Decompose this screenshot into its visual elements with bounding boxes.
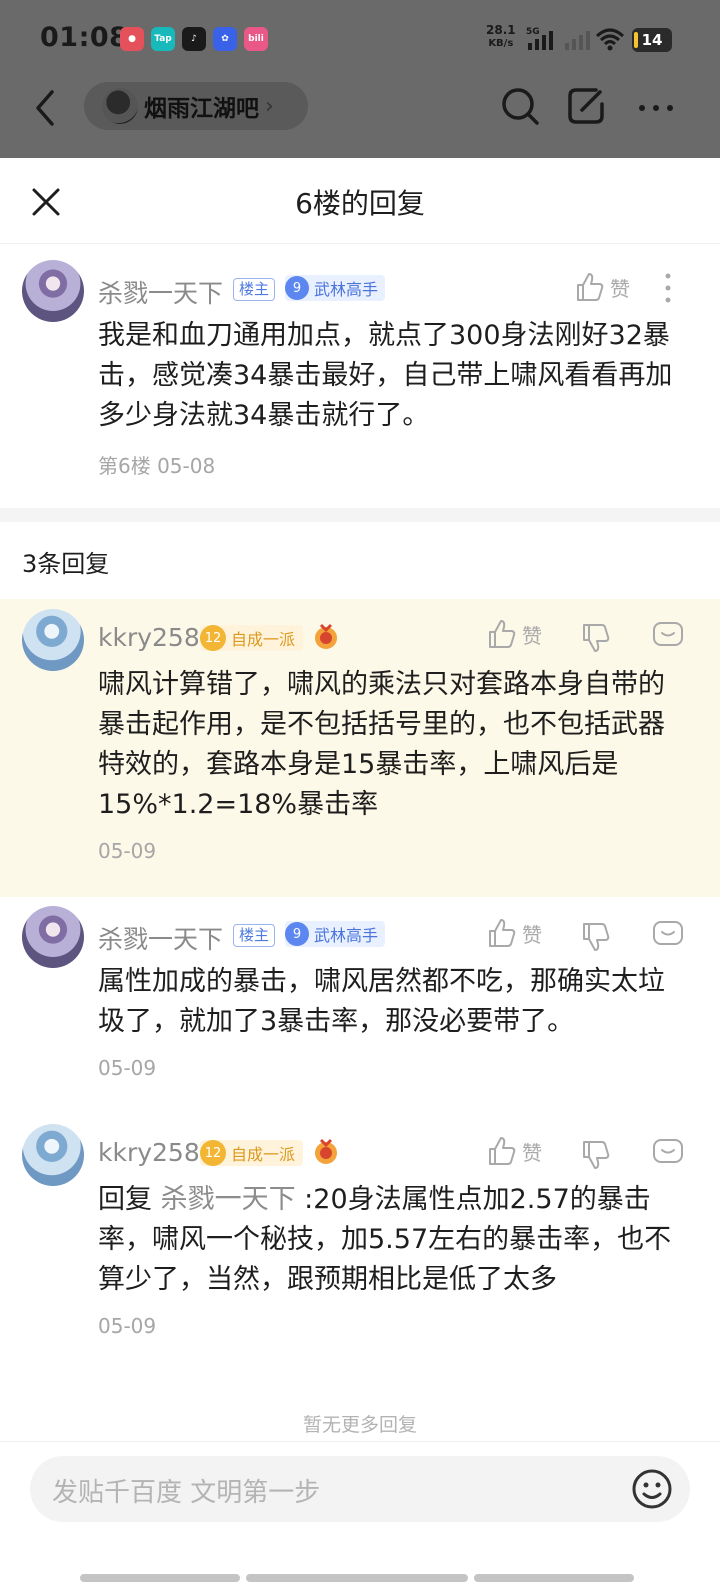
reply-to-username[interactable]: 杀戮一天下 xyxy=(161,1184,296,1215)
svg-text:5G: 5G xyxy=(526,27,540,37)
like-button[interactable]: 赞 xyxy=(488,619,542,649)
dimmed-overlay: 01:08 ● Tap ♪ ✿ bili 28.1 KB/s 5G 14 烟雨江… xyxy=(0,0,720,158)
level-number: 12 xyxy=(200,625,226,651)
level-badge: 9 武林高手 xyxy=(285,275,386,301)
like-button[interactable]: 赞 xyxy=(488,918,542,948)
main-post: 杀戮一天下 楼主 9 武林高手 赞 我是和血刀通用加点，就点了300身法刚好32… xyxy=(0,258,720,508)
medal-icon xyxy=(315,623,337,649)
back-arrow-icon[interactable] xyxy=(28,82,64,130)
avatar[interactable] xyxy=(22,260,84,322)
chevron-right-icon: › xyxy=(265,93,274,119)
level-badge: 9 武林高手 xyxy=(285,921,386,947)
reply-prefix: 回复 xyxy=(98,1184,152,1215)
no-more-replies: 暂无更多回复 xyxy=(302,1414,417,1436)
level-number: 12 xyxy=(200,1140,226,1166)
thumbs-up-icon xyxy=(489,620,516,648)
reply-input-placeholder: 发贴千百度 文明第一步 xyxy=(52,1478,321,1508)
more-vertical-icon[interactable] xyxy=(663,272,673,306)
reply-text: 啸风计算错了，啸风的乘法只对套路本身自带的暴击起作用，是不包括括号里的，也不包括… xyxy=(98,669,665,820)
reply-sheet: 6楼的回复 杀戮一天下 楼主 9 武林高手 赞 我是和血刀通用加点，就点了300… xyxy=(0,158,720,1584)
gesture-bar-segment xyxy=(80,1574,240,1582)
thumbs-down-icon[interactable] xyxy=(582,922,610,952)
reply-item: kkry258 12 自成一派 赞 回复 杀戮一天下 :20身法属性点加2.57… xyxy=(0,1116,720,1356)
taptap-icon: Tap xyxy=(151,27,175,51)
signal-icon xyxy=(563,26,593,56)
reply-text: 属性加成的暴击，啸风居然都不吃，那确实太垃圾了，就加了3暴击率，那没必要带了。 xyxy=(98,966,665,1037)
reply-comment-icon[interactable] xyxy=(652,1138,684,1168)
level-badge: 12 自成一派 xyxy=(200,625,304,651)
like-button[interactable]: 赞 xyxy=(488,1136,542,1166)
thumbs-down-icon[interactable] xyxy=(582,623,610,653)
bilibili-icon: bili xyxy=(244,27,268,51)
more-horizontal-icon[interactable] xyxy=(632,82,680,130)
thumbs-up-icon xyxy=(489,919,516,947)
status-time: 01:08 xyxy=(40,22,129,53)
app-icon-1: ● xyxy=(120,27,144,51)
net-speed: 28.1 KB/s xyxy=(486,23,516,50)
reply-comment-icon[interactable] xyxy=(652,621,684,651)
post-text: 我是和血刀通用加点，就点了300身法刚好32暴击，感觉凑34暴击最好，自己带上啸… xyxy=(98,320,673,431)
username[interactable]: 杀戮一天下 xyxy=(98,274,223,310)
wifi-icon xyxy=(595,26,625,56)
compose-icon[interactable] xyxy=(562,82,610,130)
emoji-icon[interactable] xyxy=(630,1467,674,1511)
reply-input[interactable]: 发贴千百度 文明第一步 xyxy=(30,1456,690,1522)
section-divider xyxy=(0,508,720,522)
reply-date: 05-09 xyxy=(98,1056,157,1080)
reply-date: 05-09 xyxy=(98,1314,157,1338)
post-meta: 第6楼 05-08 xyxy=(98,454,216,478)
status-bar: 01:08 ● Tap ♪ ✿ bili 28.1 KB/s 5G 14 xyxy=(0,0,720,76)
battery-icon: 14 xyxy=(632,28,672,52)
forum-avatar xyxy=(102,88,138,124)
medal-icon xyxy=(315,1138,337,1164)
reply-item: kkry258 12 自成一派 赞 啸风计算错了，啸风的乘法只对套路本身自带的暴… xyxy=(0,599,720,897)
signal-5g-icon: 5G xyxy=(526,26,560,56)
username[interactable]: 杀戮一天下 xyxy=(98,920,223,956)
reply-item: 杀戮一天下 楼主 9 武林高手 赞 属性加成的暴击，啸风居然都不吃，那确实太垃圾… xyxy=(0,898,720,1098)
gesture-bar-segment xyxy=(246,1574,468,1582)
louzhu-badge: 楼主 xyxy=(233,924,276,947)
reply-date: 05-09 xyxy=(98,839,157,863)
reply-comment-icon[interactable] xyxy=(652,920,684,950)
reply-text: 回复 杀戮一天下 :20身法属性点加2.57的暴击率，啸风一个秘技，加5.57左… xyxy=(98,1180,688,1300)
level-title: 自成一派 xyxy=(231,630,296,649)
gesture-bar-segment xyxy=(474,1574,634,1582)
thumbs-up-icon xyxy=(577,273,604,301)
forum-entry-button[interactable]: 烟雨江湖吧 › xyxy=(84,82,308,130)
reply-count: 3条回复 xyxy=(22,550,110,578)
level-number: 9 xyxy=(285,922,309,946)
forum-name: 烟雨江湖吧 xyxy=(144,96,259,122)
search-icon[interactable] xyxy=(496,82,544,130)
louzhu-badge: 楼主 xyxy=(233,278,276,301)
username[interactable]: kkry258 xyxy=(98,623,200,652)
baidu-app-icon: ✿ xyxy=(213,27,237,51)
thumbs-down-icon[interactable] xyxy=(582,1140,610,1170)
level-title: 自成一派 xyxy=(231,1145,296,1164)
thumbs-up-icon xyxy=(489,1137,516,1165)
username[interactable]: kkry258 xyxy=(98,1138,200,1167)
input-divider xyxy=(0,1441,720,1442)
like-button[interactable]: 赞 xyxy=(576,272,630,302)
avatar[interactable] xyxy=(22,906,84,968)
avatar[interactable] xyxy=(22,1124,84,1186)
forum-header: 烟雨江湖吧 › xyxy=(0,76,720,158)
level-number: 9 xyxy=(285,276,309,300)
sheet-header: 6楼的回复 xyxy=(0,158,720,244)
music-app-icon: ♪ xyxy=(182,27,206,51)
sheet-title: 6楼的回复 xyxy=(295,187,425,220)
level-title: 武林高手 xyxy=(314,280,379,299)
level-badge: 12 自成一派 xyxy=(200,1140,304,1166)
avatar[interactable] xyxy=(22,609,84,671)
level-title: 武林高手 xyxy=(314,926,379,945)
